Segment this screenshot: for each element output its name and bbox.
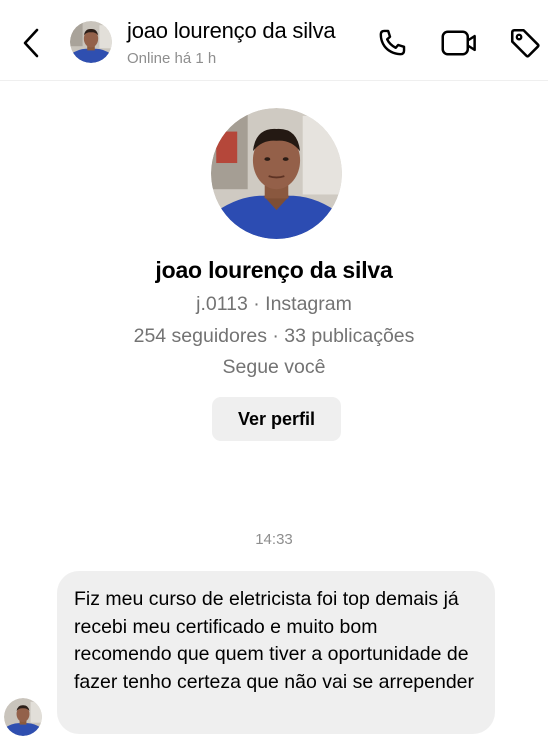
voice-call-button[interactable] (373, 24, 411, 62)
back-button[interactable] (14, 24, 48, 62)
profile-stats: 254 seguidores · 33 publicações (133, 325, 415, 347)
chevron-left-icon (23, 28, 39, 58)
video-icon (441, 30, 476, 56)
video-call-button[interactable] (440, 24, 478, 62)
chat-header: joao lourenço da silva Online há 1 h (0, 0, 548, 81)
profile-handle: j.0113 · Instagram (196, 293, 352, 315)
message-bubble[interactable]: Fiz meu curso de eletricista foi top dem… (57, 571, 495, 734)
tag-icon (510, 28, 540, 58)
sender-avatar[interactable] (4, 698, 42, 736)
header-avatar[interactable] (70, 21, 112, 63)
contact-name[interactable]: joao lourenço da silva (127, 18, 336, 44)
view-profile-button[interactable]: Ver perfil (212, 397, 341, 441)
online-status: Online há 1 h (127, 50, 217, 67)
message-timestamp: 14:33 (255, 531, 293, 548)
profile-name: joao lourenço da silva (155, 257, 393, 283)
phone-icon (379, 29, 406, 56)
tag-button[interactable] (506, 24, 544, 62)
follows-you-label: Segue você (222, 356, 326, 378)
profile-avatar[interactable] (211, 108, 342, 239)
